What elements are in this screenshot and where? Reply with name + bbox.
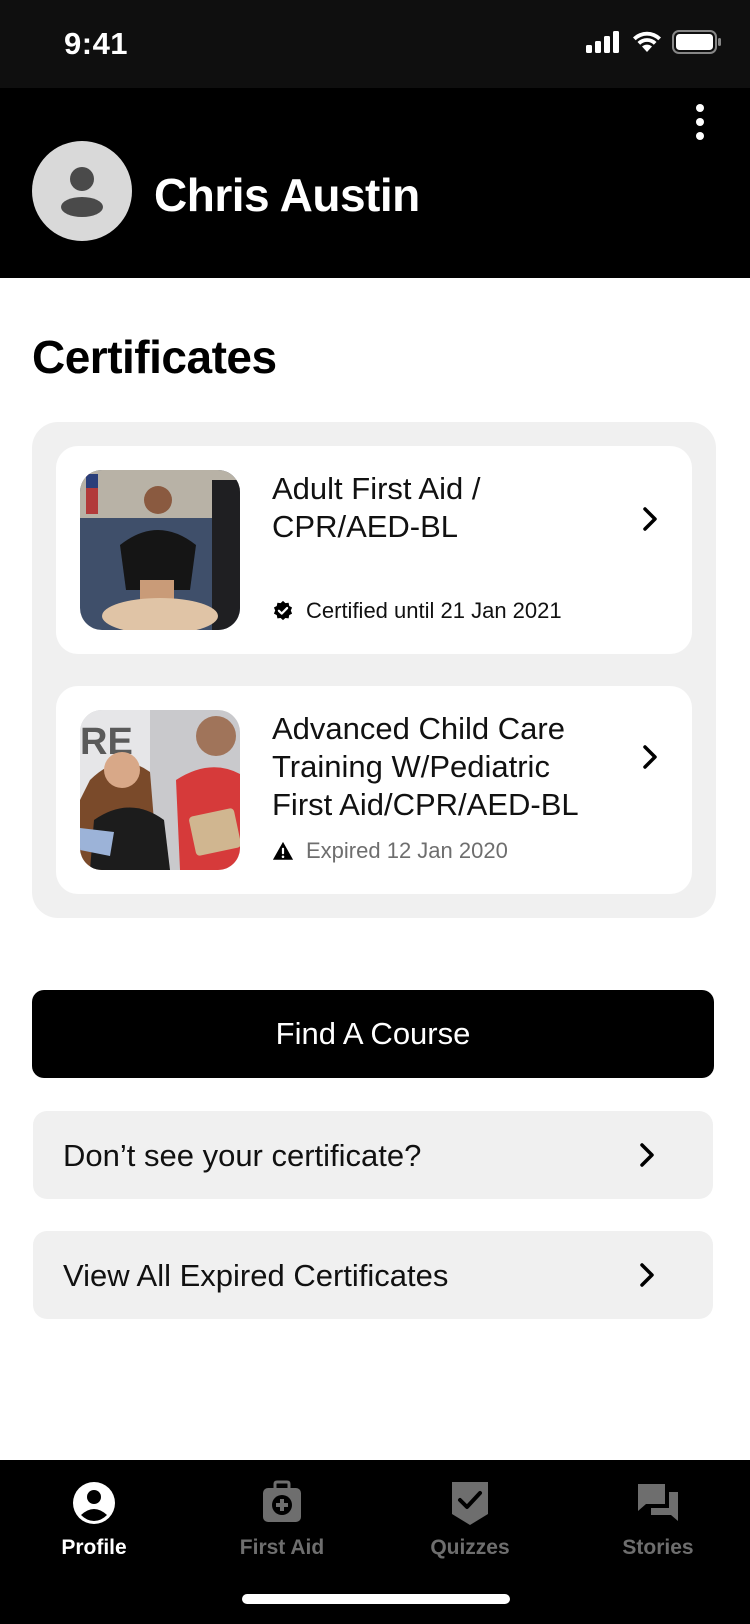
cpr-training-photo <box>80 470 240 630</box>
certificate-card[interactable]: RE Advanced Child Care Training W/Pediat… <box>56 686 692 894</box>
tab-bar: Profile First Aid Quizzes Stories <box>0 1460 750 1624</box>
tab-first-aid[interactable]: First Aid <box>212 1480 352 1560</box>
missing-certificate-row[interactable]: Don’t see your certificate? <box>33 1111 713 1199</box>
tab-label: Stories <box>622 1536 694 1559</box>
certificate-status: Expired 12 Jan 2020 <box>272 838 508 864</box>
profile-icon <box>73 1482 115 1524</box>
find-a-course-button[interactable]: Find A Course <box>32 990 714 1078</box>
tab-stories[interactable]: Stories <box>588 1480 728 1560</box>
home-indicator <box>242 1594 510 1604</box>
chevron-right-icon <box>643 507 657 531</box>
certificate-thumbnail <box>80 470 240 630</box>
view-expired-certificates-row[interactable]: View All Expired Certificates <box>33 1231 713 1319</box>
child-care-training-photo: RE <box>80 710 240 870</box>
quiz-check-icon <box>452 1482 488 1525</box>
tab-label: Profile <box>61 1536 127 1559</box>
status-bar: 9:41 <box>0 0 750 88</box>
warning-icon <box>272 841 294 860</box>
certificates-panel: Adult First Aid / CPR/AED-BL Certified u… <box>32 422 716 918</box>
chevron-right-icon <box>643 745 657 769</box>
profile-header: Chris Austin <box>0 88 750 278</box>
certificate-thumbnail: RE <box>80 710 240 870</box>
status-icons <box>586 30 722 54</box>
verified-badge-icon <box>273 600 293 621</box>
tab-label: Quizzes <box>430 1536 510 1559</box>
certificate-status-text: Certified until 21 Jan 2021 <box>306 598 562 623</box>
certificate-card[interactable]: Adult First Aid / CPR/AED-BL Certified u… <box>56 446 692 654</box>
more-options-icon[interactable] <box>688 102 712 142</box>
certificate-title: Adult First Aid / CPR/AED-BL <box>272 471 481 544</box>
certificate-status-text: Expired 12 Jan 2020 <box>306 838 508 863</box>
tab-label: First Aid <box>239 1536 325 1559</box>
battery-icon <box>672 30 721 54</box>
chevron-right-icon <box>640 1143 654 1167</box>
tab-profile[interactable]: Profile <box>24 1480 164 1560</box>
certificate-status: Certified until 21 Jan 2021 <box>272 598 562 624</box>
view-expired-certificates-label: View All Expired Certificates <box>63 1258 449 1293</box>
user-placeholder-icon <box>61 167 103 217</box>
wifi-icon <box>633 31 661 52</box>
status-time: 9:41 <box>64 26 129 61</box>
user-name: Chris Austin <box>154 169 420 221</box>
signal-icon <box>586 31 619 53</box>
certificate-title: Advanced Child Care Training W/Pediatric… <box>272 711 579 822</box>
first-aid-kit-icon <box>263 1480 301 1522</box>
chevron-right-icon <box>640 1263 654 1287</box>
stories-chat-icon <box>638 1484 678 1521</box>
certificates-title: Certificates <box>32 331 277 383</box>
tab-quizzes[interactable]: Quizzes <box>400 1480 540 1560</box>
avatar[interactable] <box>32 141 132 241</box>
missing-certificate-label: Don’t see your certificate? <box>63 1138 422 1173</box>
